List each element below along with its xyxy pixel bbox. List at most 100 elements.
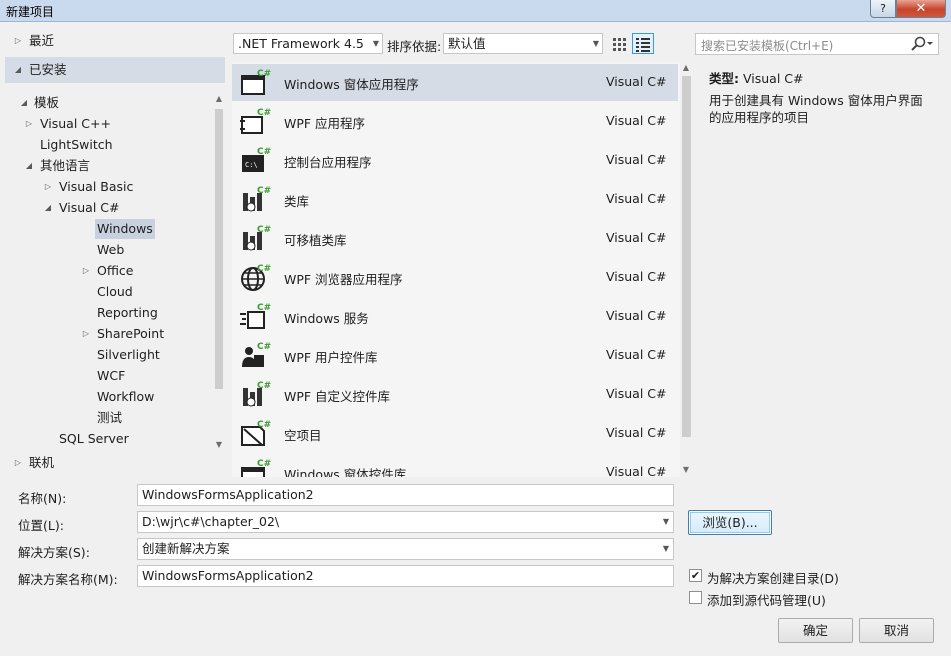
tree-item[interactable]: ◢ Visual C#: [5, 198, 205, 218]
cancel-button[interactable]: 取消: [859, 618, 934, 643]
collapse-arrow-icon[interactable]: ◢: [13, 60, 23, 80]
template-row[interactable]: C# Windows 窗体应用程序 Visual C#: [232, 64, 678, 101]
tree-item[interactable]: ▷ Visual Basic: [5, 177, 205, 197]
tree-label: 模板: [34, 95, 60, 110]
scroll-up-icon[interactable]: ▲: [213, 93, 225, 105]
chevron-down-icon[interactable]: ▼: [663, 512, 669, 532]
expand-arrow-icon[interactable]: ▷: [81, 324, 91, 344]
grid-view-icon: [613, 38, 626, 51]
template-row[interactable]: C# Windows 服务 Visual C#: [232, 298, 678, 335]
sort-select[interactable]: 默认值 ▼: [443, 33, 603, 54]
tree-item-templates[interactable]: ◢ 模板: [5, 93, 205, 113]
scroll-down-icon[interactable]: ▼: [213, 439, 225, 451]
expand-arrow-icon[interactable]: ▷: [81, 261, 91, 281]
create-directory-label[interactable]: 为解决方案创建目录(D): [707, 568, 839, 587]
tree-item[interactable]: Windows: [5, 219, 205, 239]
location-input[interactable]: D:\wjr\c#\chapter_02\ ▼: [137, 511, 674, 533]
scroll-up-icon[interactable]: ▲: [680, 62, 692, 74]
ok-button[interactable]: 确定: [778, 618, 853, 643]
tree-item[interactable]: ▷ Visual C++: [5, 114, 205, 134]
windows-service-icon: C#: [240, 302, 271, 330]
tree-item[interactable]: Web: [5, 240, 205, 260]
scrollbar-thumb[interactable]: [215, 109, 223, 389]
list-view-icon: [636, 38, 650, 52]
template-name: 控制台应用程序: [284, 155, 372, 170]
tree-label: 其他语言: [40, 158, 91, 173]
template-name: 可移植类库: [284, 233, 347, 248]
chevron-down-icon: ▼: [372, 39, 379, 48]
tree-item[interactable]: ▷ SharePoint: [5, 324, 205, 344]
dialog-body: ▷ 最近 ◢ 已安装 ◢ 模板 ▷ Visual C++ LightSwitch ◢ 其…: [1, 23, 950, 655]
solution-name-input[interactable]: WindowsFormsApplication2: [137, 565, 674, 587]
template-row[interactable]: C# 可移植类库 Visual C#: [232, 220, 678, 257]
template-row[interactable]: C# Windows 窗体控件库 Visual C#: [232, 454, 678, 477]
create-directory-checkbox[interactable]: ✔: [689, 569, 702, 582]
list-view-button[interactable]: [632, 33, 654, 54]
name-input[interactable]: WindowsFormsApplication2: [137, 484, 674, 506]
tree-item[interactable]: Cloud: [5, 282, 205, 302]
tree-item[interactable]: Workflow: [5, 387, 205, 407]
tree-label: Visual C++: [40, 116, 111, 131]
tree-item[interactable]: Silverlight: [5, 345, 205, 365]
tree-label: Visual Basic: [59, 179, 134, 194]
location-value: D:\wjr\c#\chapter_02\: [142, 514, 280, 529]
expand-arrow-icon[interactable]: ▷: [24, 114, 34, 134]
title-bar: 新建项目 ? ✕: [0, 0, 951, 22]
solution-select[interactable]: 创建新解决方案 ▼: [137, 538, 674, 560]
tree-scrollbar[interactable]: ▲ ▼: [213, 93, 225, 453]
tree-item-online[interactable]: ▷ 联机: [5, 453, 225, 473]
scrollbar-thumb[interactable]: [682, 76, 691, 437]
sort-value: 默认值: [448, 36, 486, 51]
source-control-checkbox[interactable]: [689, 591, 702, 604]
search-input[interactable]: 搜索已安装模板(Ctrl+E): [695, 33, 939, 55]
template-name: Windows 窗体应用程序: [284, 77, 419, 92]
template-row[interactable]: C:\ C# 控制台应用程序 Visual C#: [232, 142, 678, 179]
close-button[interactable]: ✕: [896, 0, 946, 18]
collapse-arrow-icon[interactable]: ◢: [24, 156, 34, 176]
tree-label: Visual C#: [59, 200, 120, 215]
tree-item[interactable]: SQL Server: [5, 429, 205, 449]
template-row[interactable]: C# WPF 应用程序 Visual C#: [232, 103, 678, 140]
tree-item[interactable]: WCF: [5, 366, 205, 386]
expand-arrow-icon[interactable]: ▷: [13, 453, 23, 473]
tree-item[interactable]: LightSwitch: [5, 135, 205, 155]
tree-item[interactable]: ▷ Office: [5, 261, 205, 281]
template-list: C# Windows 窗体应用程序 Visual C# C# WPF 应用程序 Visua…: [232, 62, 680, 477]
template-row[interactable]: C# WPF 自定义控件库 Visual C#: [232, 376, 678, 413]
help-button[interactable]: ?: [870, 0, 896, 18]
template-name: WPF 用户控件库: [284, 350, 378, 365]
template-row[interactable]: C# 空项目 Visual C#: [232, 415, 678, 452]
tree-item[interactable]: Reporting: [5, 303, 205, 323]
wpf-custom-control-icon: C#: [240, 380, 271, 408]
tree-item-installed[interactable]: ◢ 已安装: [5, 57, 225, 83]
template-name: Windows 窗体控件库: [284, 467, 407, 477]
framework-select[interactable]: .NET Framework 4.5 ▼: [233, 33, 383, 54]
wpf-app-icon: C#: [240, 107, 271, 135]
template-name: 空项目: [284, 428, 322, 443]
expand-arrow-icon[interactable]: ▷: [13, 31, 23, 51]
template-name: WPF 自定义控件库: [284, 389, 391, 404]
template-row[interactable]: C# WPF 用户控件库 Visual C#: [232, 337, 678, 374]
template-list-scrollbar[interactable]: ▲ ▼: [680, 62, 693, 477]
template-type: 类型: Visual C#: [709, 68, 803, 87]
name-label: 名称(N):: [18, 491, 67, 506]
tree-label: LightSwitch: [40, 137, 113, 152]
source-control-label[interactable]: 添加到源代码管理(U): [707, 590, 826, 609]
tree-item[interactable]: 测试: [5, 408, 205, 428]
tree-label: SQL Server: [59, 431, 129, 446]
portable-library-icon: C#: [240, 224, 271, 252]
search-icon[interactable]: [908, 35, 934, 56]
grid-view-button[interactable]: [608, 33, 630, 54]
template-language: Visual C#: [606, 425, 667, 440]
collapse-arrow-icon[interactable]: ◢: [43, 198, 53, 218]
template-row[interactable]: C# 类库 Visual C#: [232, 181, 678, 218]
tree-item-recent[interactable]: ▷ 最近: [5, 31, 225, 51]
svg-text:C#: C#: [257, 69, 271, 79]
collapse-arrow-icon[interactable]: ◢: [19, 93, 29, 113]
browse-button[interactable]: 浏览(B)...: [688, 510, 772, 535]
tree-item[interactable]: ◢ 其他语言: [5, 156, 205, 176]
chevron-down-icon[interactable]: ▼: [663, 539, 669, 559]
template-row[interactable]: C# WPF 浏览器应用程序 Visual C#: [232, 259, 678, 296]
expand-arrow-icon[interactable]: ▷: [43, 177, 53, 197]
scroll-down-icon[interactable]: ▼: [680, 464, 692, 476]
